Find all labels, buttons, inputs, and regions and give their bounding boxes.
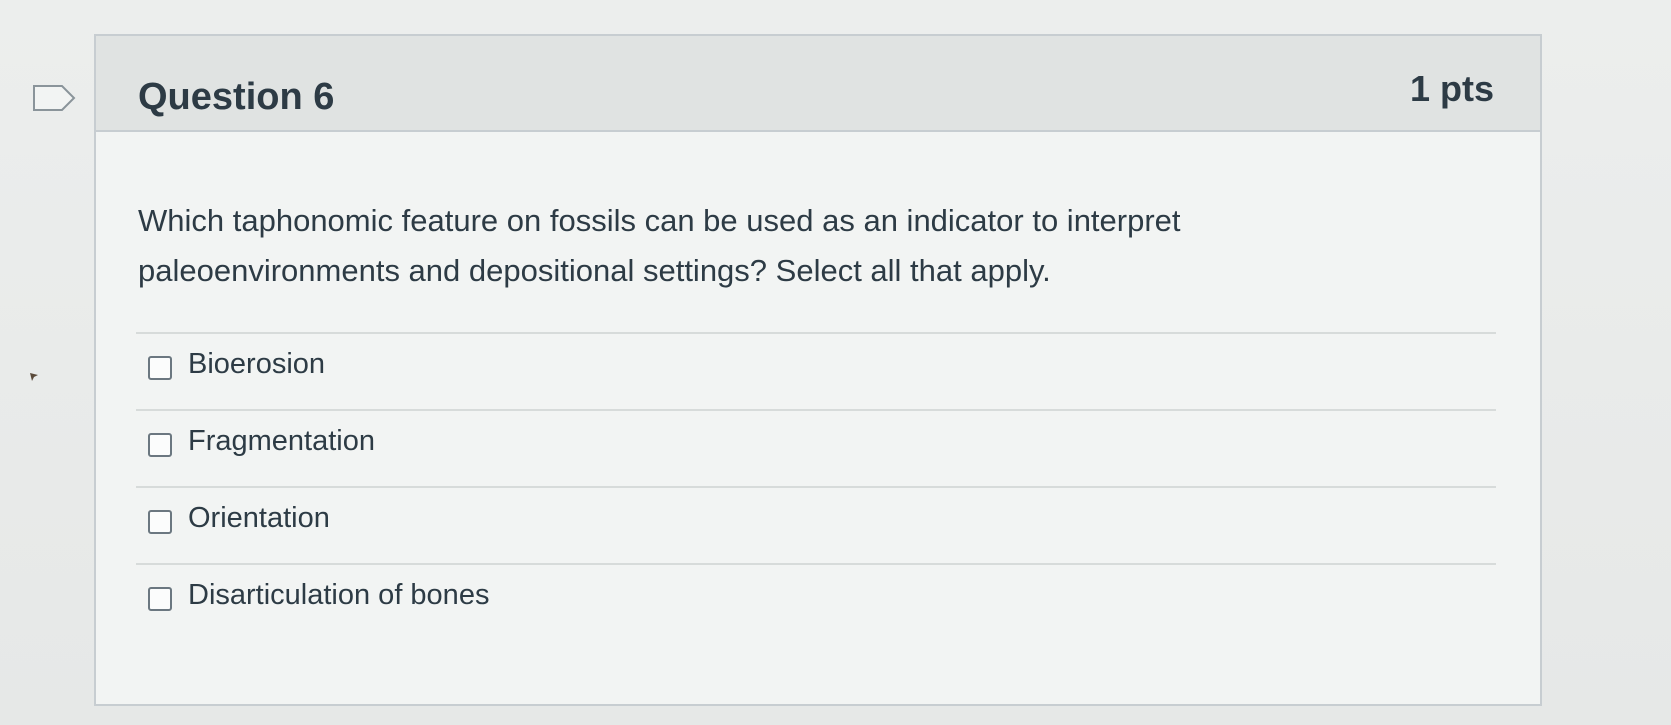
question-text: Which taphonomic feature on fossils can … <box>138 203 1181 288</box>
answer-checkbox[interactable] <box>148 433 172 457</box>
answer-label[interactable]: Fragmentation <box>188 425 375 458</box>
cursor-icon <box>30 373 38 381</box>
answer-option[interactable]: Fragmentation <box>136 409 1496 486</box>
flag-icon[interactable] <box>32 84 76 112</box>
answer-option[interactable]: Disarticulation of bones <box>136 563 1496 640</box>
answer-checkbox[interactable] <box>148 356 172 380</box>
answer-option[interactable]: Bioerosion <box>136 332 1496 409</box>
question-header: Question 6 1 pts <box>96 36 1540 132</box>
answer-checkbox[interactable] <box>148 510 172 534</box>
answer-checkbox[interactable] <box>148 587 172 611</box>
answer-label[interactable]: Bioerosion <box>188 348 325 381</box>
question-card: Question 6 1 pts Which taphonomic featur… <box>94 34 1542 706</box>
answer-label[interactable]: Disarticulation of bones <box>188 579 489 612</box>
answer-option[interactable]: Orientation <box>136 486 1496 563</box>
quiz-page: Question 6 1 pts Which taphonomic featur… <box>0 0 1671 725</box>
question-title: Question 6 <box>138 76 335 118</box>
question-points: 1 pts <box>1409 68 1494 109</box>
answer-label[interactable]: Orientation <box>188 502 330 535</box>
answer-list: Bioerosion Fragmentation Orientation Dis… <box>136 332 1496 640</box>
